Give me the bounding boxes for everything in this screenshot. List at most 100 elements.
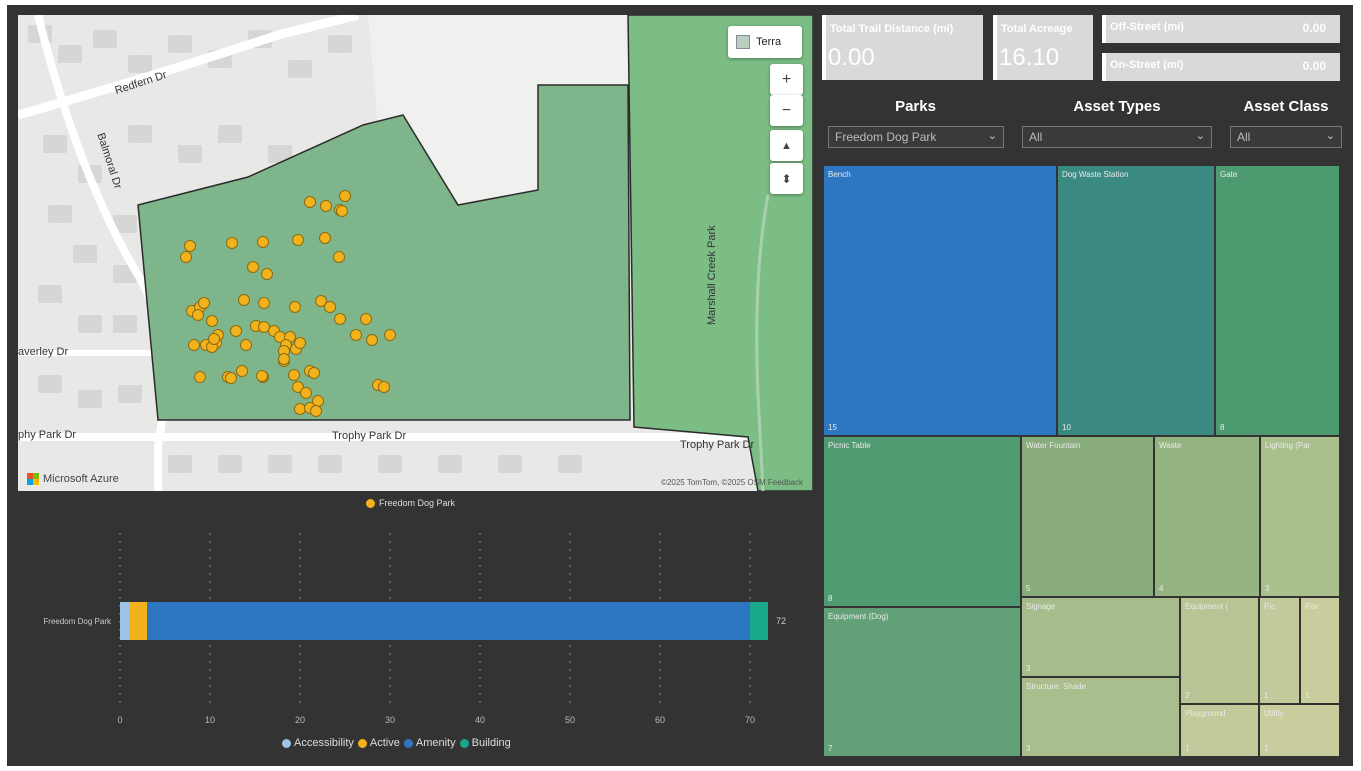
legend-item-building[interactable]: Building: [459, 737, 511, 749]
asset-point[interactable]: [278, 353, 290, 365]
treemap-tile-equipment-dog[interactable]: Equipment (Dog) 7: [823, 607, 1021, 757]
asset-point[interactable]: [261, 268, 273, 280]
asset-point[interactable]: [258, 297, 270, 309]
x-tick-label: 70: [745, 715, 755, 725]
asset-point[interactable]: [240, 339, 252, 351]
asset-point[interactable]: [304, 196, 316, 208]
park-map[interactable]: Redfern Dr Balmoral Dr averley Dr phy Pa…: [18, 15, 813, 491]
legend-item-active[interactable]: Active: [357, 737, 400, 749]
asset-point[interactable]: [334, 313, 346, 325]
street-label-trophy-west: phy Park Dr: [18, 429, 77, 441]
asset-point[interactable]: [324, 301, 336, 313]
asset-point[interactable]: [238, 294, 250, 306]
kpi-trail-distance: Total Trail Distance (mi) 0.00: [822, 15, 983, 80]
asset-point[interactable]: [184, 240, 196, 252]
treemap-tile-gate[interactable]: Gate 8: [1215, 165, 1340, 436]
kpi-accent: [1102, 15, 1106, 43]
treemap-tile-dog-waste-station[interactable]: Dog Waste Station 10: [1057, 165, 1215, 436]
asset-point[interactable]: [350, 329, 362, 341]
logo-text: Microsoft Azure: [43, 473, 119, 485]
asset-point[interactable]: [336, 205, 348, 217]
asset-point[interactable]: [366, 334, 378, 346]
treemap-tile-utility[interactable]: Utility 1: [1259, 704, 1340, 757]
asset-point[interactable]: [378, 381, 390, 393]
kpi-offstreet-value: 0.00: [1302, 21, 1326, 35]
asset-point[interactable]: [289, 301, 301, 313]
treemap-tile-structure-shade[interactable]: Structure: Shade 3: [1021, 677, 1180, 757]
asset-point[interactable]: [192, 309, 204, 321]
asset-point[interactable]: [320, 200, 332, 212]
treemap-tile-label: Gate: [1220, 170, 1238, 179]
x-tick-label: 10: [205, 715, 215, 725]
asset-point[interactable]: [258, 321, 270, 333]
asset-point[interactable]: [226, 237, 238, 249]
map-style-button[interactable]: Terra: [728, 26, 802, 58]
treemap-tile-bench[interactable]: Bench 15: [823, 165, 1057, 436]
asset-point[interactable]: [294, 337, 306, 349]
treemap-tile-water-fountain[interactable]: Water Fountain 5: [1021, 436, 1154, 597]
asset-point[interactable]: [180, 251, 192, 263]
bar-segment-active[interactable]: [129, 602, 147, 640]
bar-segment-accessibility[interactable]: [120, 602, 129, 640]
kpi-accent: [993, 15, 997, 80]
parks-slicer[interactable]: Freedom Dog Park ⌄: [828, 126, 1004, 148]
treemap-tile-equipment[interactable]: Equipment (2: [1180, 597, 1259, 704]
street-label-marshall: Marshall Creek Park: [706, 225, 718, 325]
legend-label: Amenity: [415, 737, 456, 749]
asset-point[interactable]: [294, 403, 306, 415]
asset-category-bar-chart[interactable]: 0 10 20 30 40 50 60 70 Freedom Dog Park 72: [14, 525, 804, 735]
asset-point[interactable]: [256, 370, 268, 382]
treemap-tile-picnic-table[interactable]: Picnic Table 8: [823, 436, 1021, 607]
legend-item-accessibility[interactable]: Accessibility: [282, 737, 354, 749]
bar-segment-amenity[interactable]: [147, 602, 750, 640]
asset-point[interactable]: [384, 329, 396, 341]
x-tick-label: 60: [655, 715, 665, 725]
treemap-tile-pic[interactable]: Pic 1: [1259, 597, 1300, 704]
zoom-in-button[interactable]: +: [770, 64, 803, 95]
asset-point[interactable]: [188, 339, 200, 351]
bar-segment-building[interactable]: [750, 602, 768, 640]
asset-class-slicer[interactable]: All ⌄: [1230, 126, 1342, 148]
treemap-tile-label: Structure: Shade: [1026, 682, 1087, 691]
asset-point[interactable]: [257, 236, 269, 248]
asset-point[interactable]: [206, 315, 218, 327]
asset-point[interactable]: [198, 297, 210, 309]
legend-dot-icon: [459, 738, 469, 748]
x-tick-label: 20: [295, 715, 305, 725]
legend-item-amenity[interactable]: Amenity: [403, 737, 456, 749]
kpi-accent: [822, 15, 826, 80]
park-boundary[interactable]: [137, 84, 631, 421]
treemap-tile-playground[interactable]: Playground 1: [1180, 704, 1259, 757]
asset-types-slicer[interactable]: All ⌄: [1022, 126, 1212, 148]
asset-point[interactable]: [319, 232, 331, 244]
compass-button[interactable]: ⬍: [770, 163, 803, 194]
treemap-tile-pav[interactable]: Pav 1: [1300, 597, 1340, 704]
asset-point[interactable]: [292, 234, 304, 246]
asset-point[interactable]: [339, 190, 351, 202]
microsoft-logo-icon: [27, 473, 39, 485]
asset-point[interactable]: [300, 387, 312, 399]
asset-point[interactable]: [360, 313, 372, 325]
treemap-tile-value: 4: [1159, 584, 1164, 593]
asset-point[interactable]: [310, 405, 322, 417]
asset-point[interactable]: [194, 371, 206, 383]
treemap-tile-lighting-par[interactable]: Lighting (Par 3: [1260, 436, 1340, 597]
treemap-tile-waste[interactable]: Waste 4: [1154, 436, 1260, 597]
asset-point[interactable]: [230, 325, 242, 337]
asset-point[interactable]: [225, 372, 237, 384]
asset-point[interactable]: [236, 365, 248, 377]
pitch-button[interactable]: ▲: [770, 130, 803, 161]
treemap-tile-value: 2: [1185, 691, 1190, 700]
asset-point[interactable]: [208, 333, 220, 345]
street-label-trophy-east: Trophy Park Dr: [680, 439, 755, 451]
treemap-tile-signage[interactable]: Signage 3: [1021, 597, 1180, 677]
treemap-tile-value: 8: [828, 594, 833, 603]
asset-point[interactable]: [247, 261, 259, 273]
asset-point[interactable]: [333, 251, 345, 263]
treemap-tile-label: Playground: [1185, 709, 1226, 718]
asset-point[interactable]: [308, 367, 320, 379]
asset-point[interactable]: [288, 369, 300, 381]
treemap-tile-value: 10: [1062, 423, 1071, 432]
zoom-out-button[interactable]: −: [770, 95, 803, 126]
map-attribution[interactable]: ©2025 TomTom, ©2025 OSM Feedback: [661, 478, 803, 487]
